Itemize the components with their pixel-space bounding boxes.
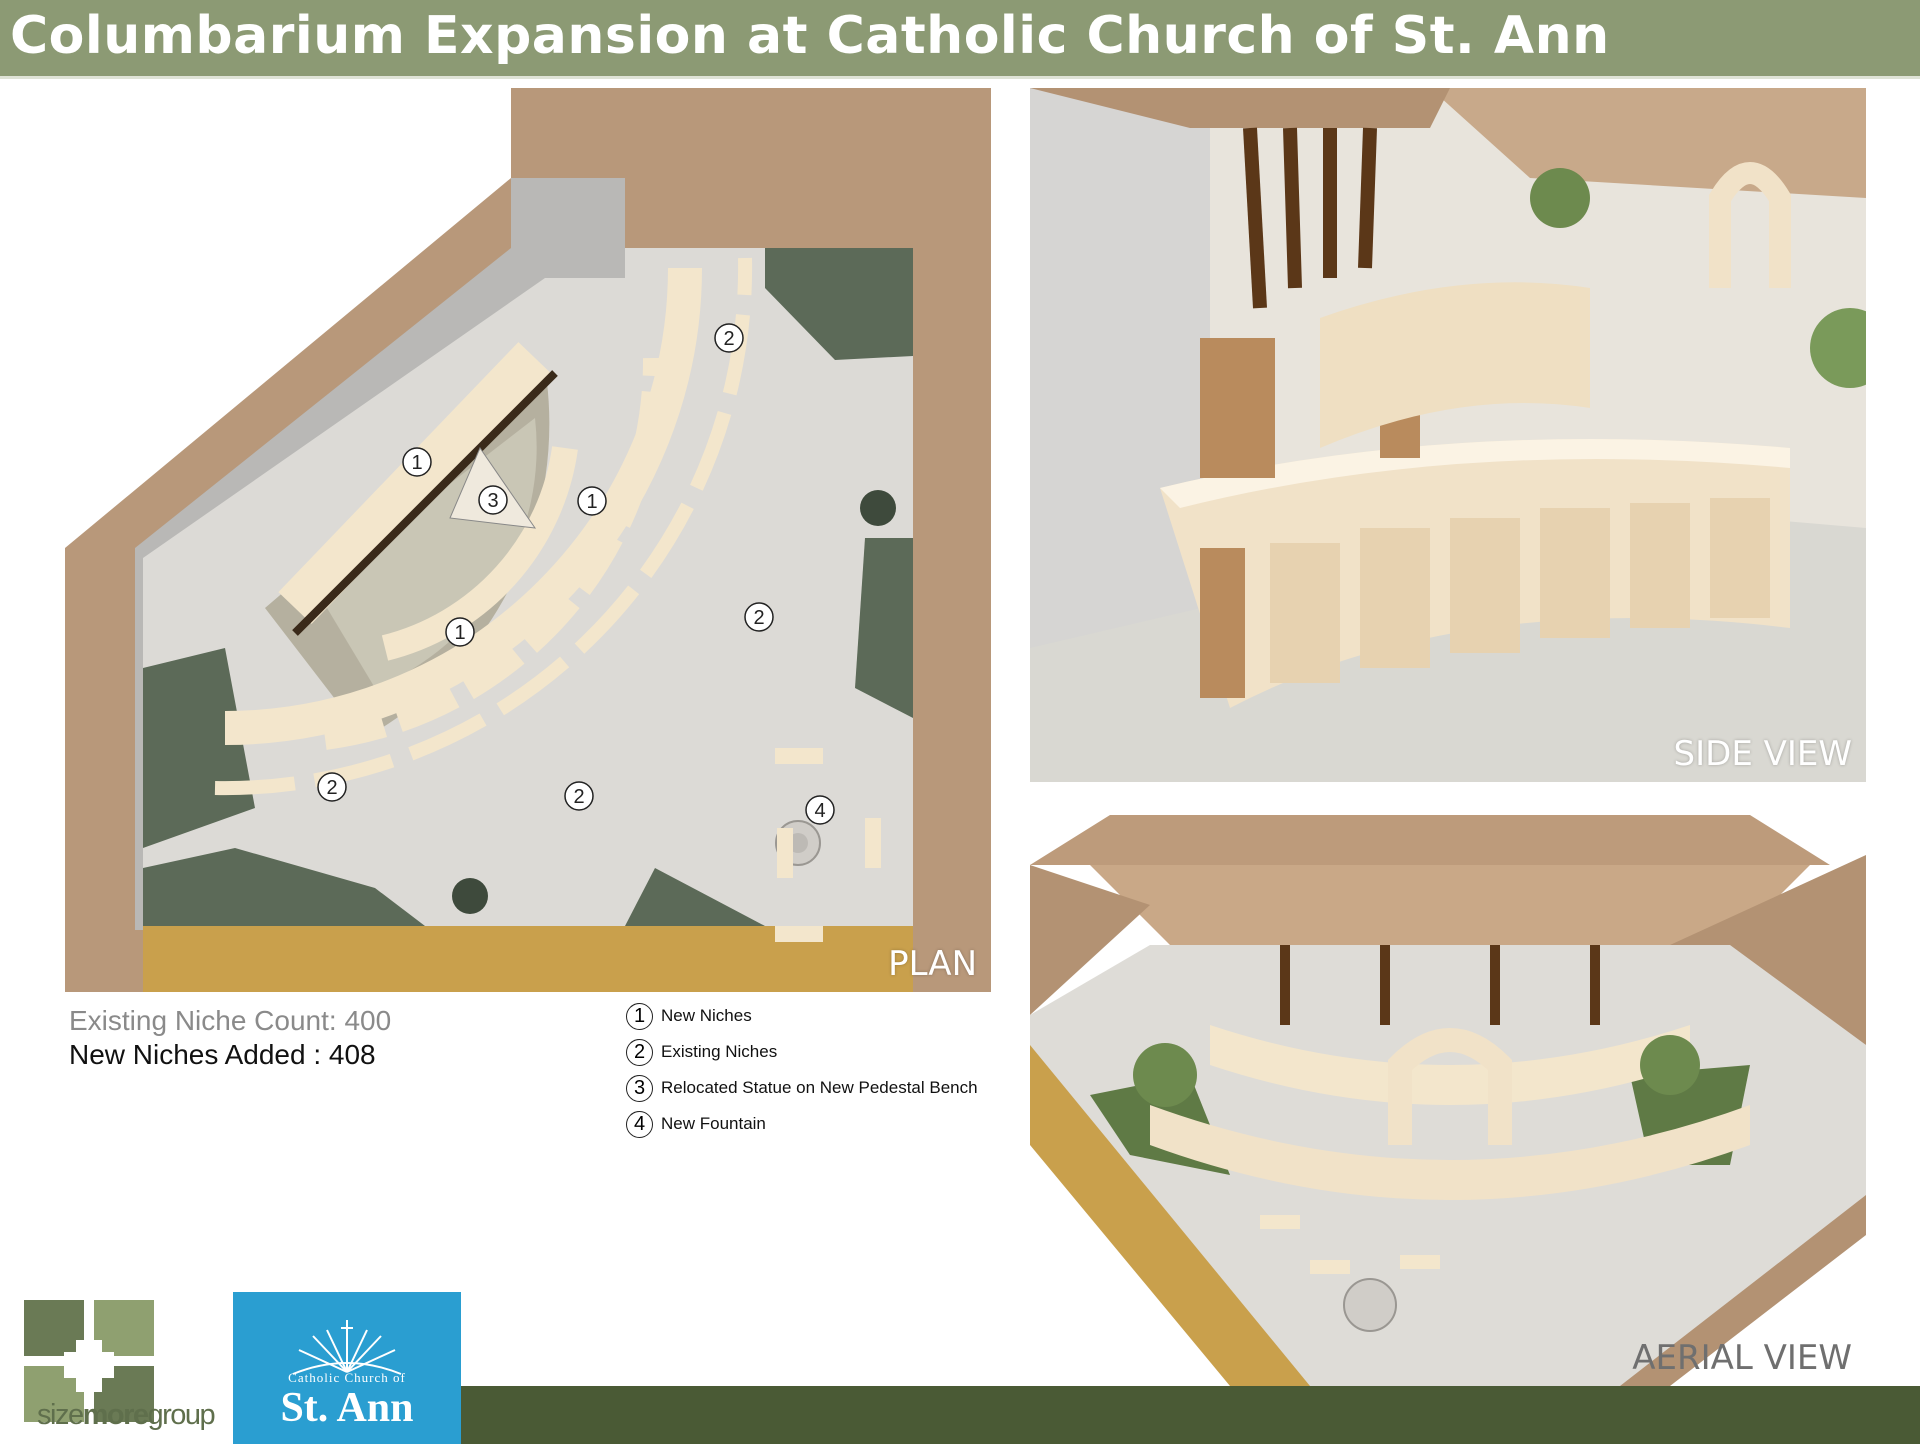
niche-counts: Existing Niche Count: 400 New Niches Add… (69, 1004, 391, 1072)
aerial-view-render (1030, 815, 1866, 1386)
legend-label: New Fountain (661, 1114, 766, 1133)
title-bar: Columbarium Expansion at Catholic Church… (0, 0, 1920, 79)
side-view: SIDE VIEW (1030, 88, 1866, 782)
bench (1260, 1215, 1300, 1229)
footer-bar (380, 1386, 1920, 1444)
plan-marker: 2 (317, 772, 347, 802)
plan-marker: 1 (402, 447, 432, 477)
side-view-render (1030, 88, 1866, 782)
plan-marker-label: 2 (326, 777, 337, 799)
legend-label: Existing Niches (661, 1042, 778, 1061)
legend-label: New Niches (661, 1006, 752, 1025)
plan-label: PLAN (888, 944, 977, 984)
plan-marker-label: 1 (411, 452, 422, 474)
plan-marker: 4 (805, 795, 835, 825)
plan-marker-label: 1 (586, 491, 597, 513)
plan-marker: 3 (478, 485, 508, 515)
legend-label: Relocated Statue on New Pedestal Bench (661, 1078, 978, 1097)
bench (865, 818, 881, 868)
plan-marker-label: 3 (487, 490, 498, 512)
aerial-view-label: AERIAL VIEW (1632, 1338, 1852, 1378)
legend-number: 4 (626, 1110, 653, 1138)
tree-icon (1530, 168, 1590, 228)
plan-marker-label: 2 (753, 607, 764, 629)
bench (1310, 1260, 1350, 1274)
legend-item: 1 New Niches (626, 998, 978, 1034)
fountain-icon (1343, 1278, 1397, 1332)
new-niches-added: New Niches Added : 408 (69, 1039, 376, 1070)
lawn-right (855, 538, 913, 718)
plan-marker-label: 1 (454, 622, 465, 644)
side-view-label: SIDE VIEW (1673, 734, 1852, 774)
plan-legend: 1 New Niches 2 Existing Niches 3 Relocat… (626, 998, 978, 1142)
bench (775, 748, 823, 764)
plan-drawing: 1 1 1 2 2 2 2 3 4 (65, 88, 991, 992)
plan-view: 1 1 1 2 2 2 2 3 4 PLAN (65, 88, 991, 992)
plan-marker-label: 2 (723, 328, 734, 350)
plan-marker: 1 (577, 486, 607, 516)
bench (1400, 1255, 1440, 1269)
page-title: Columbarium Expansion at Catholic Church… (10, 6, 1610, 66)
aerial-view: AERIAL VIEW (1030, 815, 1866, 1386)
bench (775, 926, 823, 942)
legend-item: 2 Existing Niches (626, 1034, 978, 1070)
sizemore-group-logo-text: sizemoregroup (37, 1399, 216, 1431)
tree-icon (1640, 1035, 1700, 1095)
legend-number: 3 (626, 1074, 653, 1102)
tree-icon (860, 490, 896, 526)
st-ann-logo: Catholic Church of St. Ann (233, 1292, 461, 1444)
plan-marker-label: 2 (573, 786, 584, 808)
existing-niche-count: Existing Niche Count: 400 (69, 1005, 392, 1036)
plan-marker-label: 4 (814, 800, 825, 822)
stone-pillar (1200, 338, 1275, 478)
legend-item: 3 Relocated Statue on New Pedestal Bench (626, 1070, 978, 1106)
bench (777, 828, 793, 878)
stone-pillar (1200, 548, 1245, 698)
st-ann-logo-name: St. Ann (280, 1385, 414, 1431)
legend-number: 2 (626, 1038, 653, 1066)
legend-number: 1 (626, 1002, 653, 1030)
plan-marker: 2 (714, 323, 744, 353)
tree-icon (1133, 1043, 1197, 1107)
sunburst-cross-icon (292, 1320, 402, 1375)
plan-marker: 2 (564, 781, 594, 811)
tree-icon (452, 878, 488, 914)
plan-marker: 2 (744, 602, 774, 632)
plan-marker: 1 (445, 617, 475, 647)
legend-item: 4 New Fountain (626, 1106, 978, 1142)
